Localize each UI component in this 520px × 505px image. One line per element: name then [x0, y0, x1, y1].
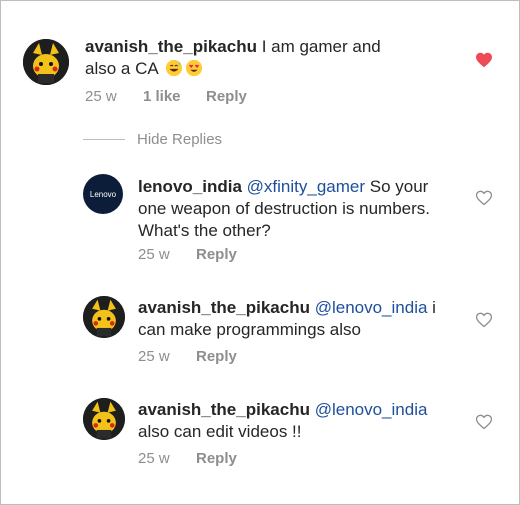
reply-text: avanish_the_pikachu @lenovo_india also c… [138, 399, 456, 443]
avatar[interactable] [83, 398, 125, 440]
heart-icon[interactable] [475, 190, 493, 206]
like-count[interactable]: 1 like [143, 88, 206, 105]
timestamp: 25 w [138, 450, 170, 467]
username[interactable]: avanish_the_pikachu [138, 400, 310, 419]
divider [83, 138, 125, 140]
reply-text: lenovo_india @xfinity_gamer So your one … [138, 176, 456, 242]
reply-button[interactable]: Reply [196, 348, 237, 365]
mention-link[interactable]: @lenovo_india [315, 298, 428, 317]
avatar[interactable] [23, 39, 69, 85]
hide-replies-toggle[interactable]: Hide Replies [83, 129, 222, 149]
heart-icon[interactable] [475, 414, 493, 430]
lenovo-logo: Lenovo [89, 189, 117, 199]
heart-icon[interactable] [475, 312, 493, 328]
hide-replies-label: Hide Replies [137, 130, 223, 148]
username[interactable]: lenovo_india [138, 177, 242, 196]
username[interactable]: avanish_the_pikachu [85, 37, 257, 56]
timestamp: 25 w [138, 246, 170, 263]
reply-button[interactable]: Reply [196, 450, 237, 467]
reply-button[interactable]: Reply [206, 88, 247, 105]
heart-eyes-emoji-icon [185, 59, 202, 77]
comments-panel: avanish_the_pikachu I am gamer and also … [0, 0, 520, 505]
mention-link[interactable]: @lenovo_india [315, 400, 428, 419]
reply-text: avanish_the_pikachu @lenovo_india i can … [138, 297, 456, 341]
reply-button[interactable]: Reply [196, 246, 237, 263]
mention-link[interactable]: @xfinity_gamer [247, 177, 365, 196]
avatar[interactable] [83, 296, 125, 338]
reply-body: also can edit videos !! [138, 422, 302, 441]
reply-meta: 25 w Reply [138, 450, 237, 467]
comment-text: avanish_the_pikachu I am gamer and also … [85, 36, 405, 80]
grinning-sweat-emoji-icon [165, 59, 182, 77]
timestamp: 25 w [138, 348, 170, 365]
reply-meta: 25 w Reply [138, 246, 237, 263]
timestamp: 25 w [85, 88, 117, 105]
comment-meta: 25 w 1 like Reply [85, 88, 247, 105]
avatar[interactable]: Lenovo [83, 174, 123, 214]
heart-icon[interactable] [475, 52, 493, 68]
reply-meta: 25 w Reply [138, 348, 237, 365]
username[interactable]: avanish_the_pikachu [138, 298, 310, 317]
